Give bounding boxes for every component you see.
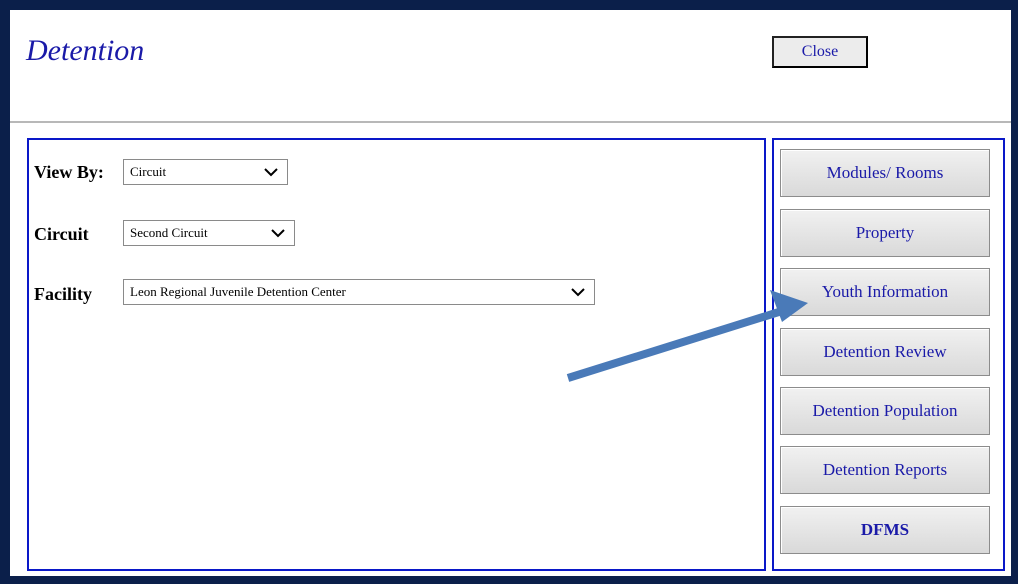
youth-information-button[interactable]: Youth Information	[780, 268, 990, 316]
filter-panel	[27, 138, 766, 571]
dfms-button[interactable]: DFMS	[780, 506, 990, 554]
detention-review-button[interactable]: Detention Review	[780, 328, 990, 376]
view-by-value: Circuit	[130, 164, 167, 179]
modules-rooms-button[interactable]: Modules/ Rooms	[780, 149, 990, 197]
facility-value: Leon Regional Juvenile Detention Center	[130, 284, 346, 299]
view-by-select[interactable]: Circuit	[123, 159, 288, 185]
circuit-select[interactable]: Second Circuit	[123, 220, 295, 246]
chevron-down-icon	[271, 229, 285, 238]
detention-reports-button[interactable]: Detention Reports	[780, 446, 990, 494]
view-by-label: View By:	[34, 162, 104, 182]
close-button[interactable]: Close	[772, 36, 868, 68]
detention-population-button[interactable]: Detention Population	[780, 387, 990, 435]
circuit-value: Second Circuit	[130, 225, 208, 240]
chevron-down-icon	[571, 288, 585, 297]
header-divider	[10, 121, 1011, 123]
facility-select[interactable]: Leon Regional Juvenile Detention Center	[123, 279, 595, 305]
facility-label: Facility	[34, 284, 92, 304]
property-button[interactable]: Property	[780, 209, 990, 257]
circuit-label: Circuit	[34, 224, 89, 244]
page-title: Detention	[26, 34, 145, 67]
chevron-down-icon	[264, 168, 278, 177]
